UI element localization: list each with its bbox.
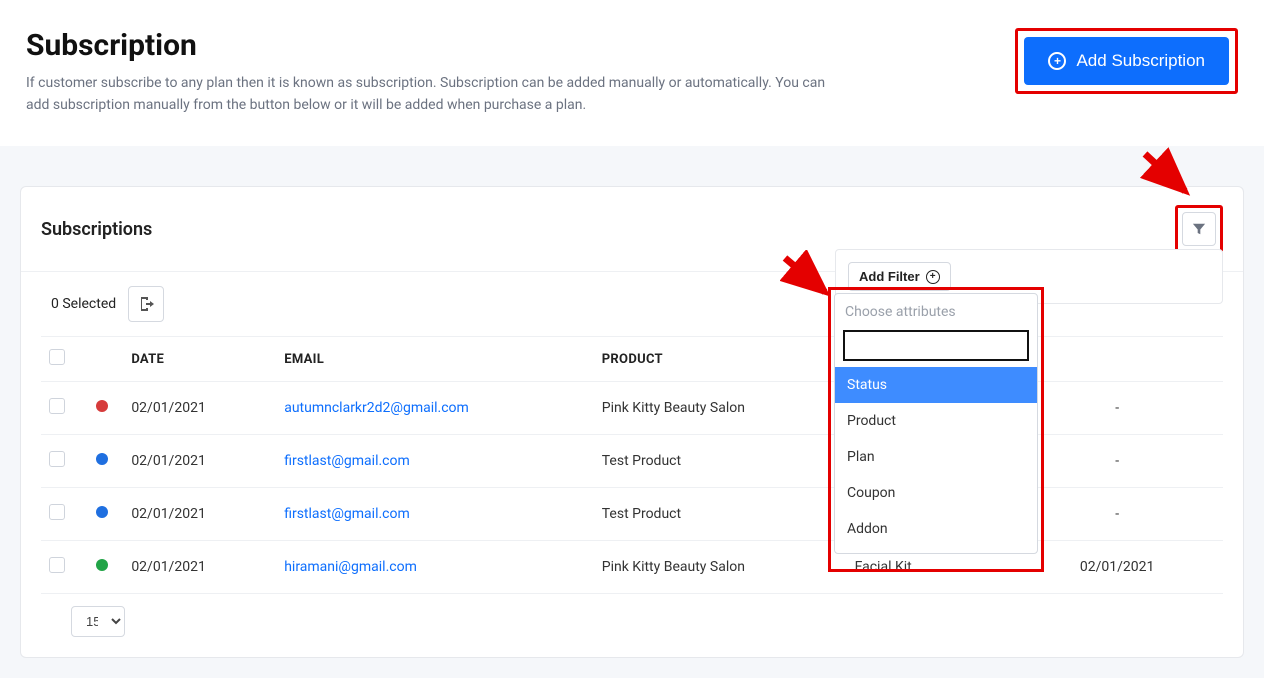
row-checkbox[interactable] [49,398,65,414]
col-header-product: PRODUCT [594,337,847,382]
page-subtitle: If customer subscribe to any plan then i… [26,73,826,116]
cell-extra: - [1011,488,1223,541]
cell-date: 02/01/2021 [123,435,276,488]
row-checkbox[interactable] [49,557,65,573]
cell-email[interactable]: firstlast@gmail.com [284,506,410,522]
table-row: 02/01/2021 firstlast@gmail.com Test Prod… [41,488,1223,541]
export-button[interactable] [128,286,164,322]
add-subscription-highlight: + Add Subscription [1015,28,1238,94]
cell-email[interactable]: hiramani@gmail.com [284,559,417,575]
attribute-option-plan[interactable]: Plan [835,439,1037,475]
cell-email[interactable]: firstlast@gmail.com [284,453,410,469]
attribute-option-coupon[interactable]: Coupon [835,475,1037,511]
selected-count-label: 0 Selected [51,296,116,312]
cell-product: Pink Kitty Beauty Salon [594,382,847,435]
attribute-search-input[interactable] [843,330,1029,361]
cell-extra: - [1011,382,1223,435]
funnel-icon [1192,222,1206,236]
cell-date: 02/01/2021 [123,382,276,435]
page-size-select[interactable]: 15 [71,606,125,637]
status-dot-icon [96,559,108,571]
cell-date: 02/01/2021 [123,541,276,594]
table-row: 02/01/2021 firstlast@gmail.com Test Prod… [41,435,1223,488]
cell-extra: 02/01/2021 [1011,541,1223,594]
status-dot-icon [96,506,108,518]
row-checkbox[interactable] [49,451,65,467]
plus-circle-icon: + [1048,52,1066,70]
attribute-dropdown: Choose attributes Status Product Plan Co… [834,293,1038,554]
cell-product: Test Product [594,435,847,488]
attribute-option-addon[interactable]: Addon [835,511,1037,547]
add-subscription-button[interactable]: + Add Subscription [1024,37,1229,85]
add-subscription-label: Add Subscription [1076,51,1205,71]
cell-product: Test Product [594,488,847,541]
plus-circle-icon: + [926,270,940,284]
add-filter-button[interactable]: Add Filter + [848,262,951,291]
cell-email[interactable]: autumnclarkr2d2@gmail.com [284,400,469,416]
table-row: 02/01/2021 hiramani@gmail.com Pink Kitty… [41,541,1223,594]
add-filter-label: Add Filter [859,269,920,284]
cell-extra: - [1011,435,1223,488]
attribute-option-product[interactable]: Product [835,403,1037,439]
export-icon [138,296,154,312]
col-header-email: EMAIL [276,337,594,382]
filter-button[interactable] [1182,212,1216,246]
col-header-date: DATE [123,337,276,382]
filter-button-highlight [1175,205,1223,253]
subscriptions-card: Subscriptions Add Filter + Choose attrib… [20,186,1244,658]
cell-date: 02/01/2021 [123,488,276,541]
attribute-option-status[interactable]: Status [835,367,1037,403]
status-dot-icon [96,453,108,465]
row-checkbox[interactable] [49,504,65,520]
card-title: Subscriptions [41,219,152,240]
attribute-dropdown-placeholder: Choose attributes [835,294,1037,326]
subscriptions-table: DATE EMAIL PRODUCT PLAN 02/01/2021 au [41,336,1223,594]
table-row: 02/01/2021 autumnclarkr2d2@gmail.com Pin… [41,382,1223,435]
select-all-checkbox[interactable] [49,349,65,365]
status-dot-icon [96,400,108,412]
page-title: Subscription [26,28,826,63]
cell-product: Pink Kitty Beauty Salon [594,541,847,594]
